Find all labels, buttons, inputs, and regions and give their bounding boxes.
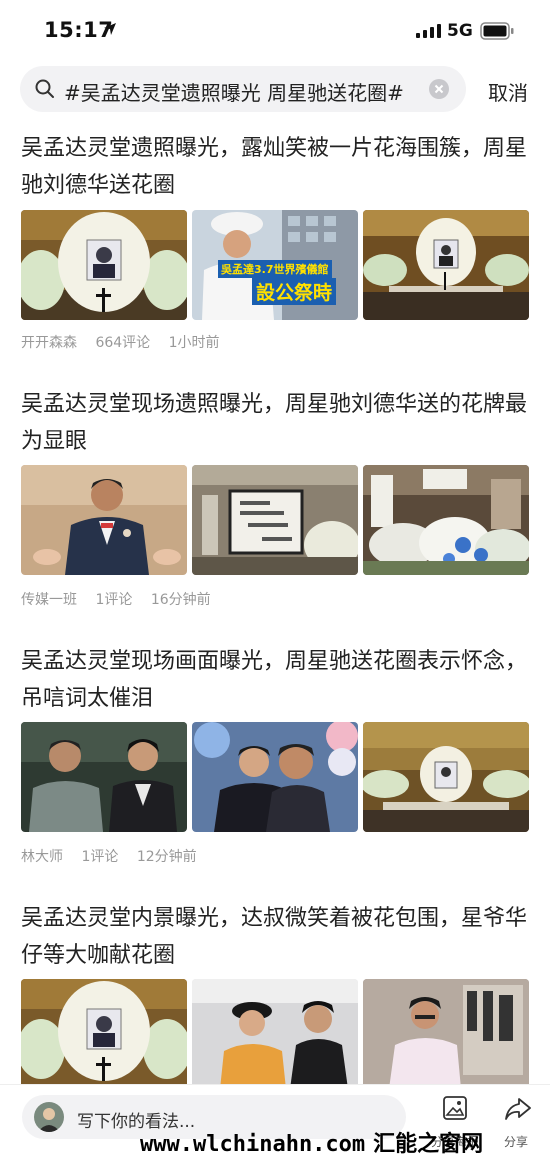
article-title[interactable]: 吴孟达灵堂现场画面曝光，周星驰送花圈表示怀念，吊唁词太催泪 — [21, 643, 531, 717]
image-caption: 設公祭時 — [252, 278, 337, 305]
article-image[interactable] — [21, 210, 187, 320]
article-time: 16分钟前 — [150, 592, 211, 608]
status-bar: 15:17 5G — [0, 0, 550, 58]
article-meta: 林大师 1评论 12分钟前 — [21, 846, 211, 866]
article-comments: 1评论 — [95, 592, 133, 608]
article-image[interactable] — [363, 210, 529, 320]
article-comments: 1评论 — [81, 849, 119, 865]
article-image[interactable] — [363, 722, 529, 832]
share-button[interactable]: 分享 — [494, 1093, 542, 1149]
article-title[interactable]: 吴孟达灵堂内景曝光，达叔微笑着被花包围，星爷华仔等大咖献花圈 — [21, 900, 531, 974]
cancel-button[interactable]: 取消 — [488, 77, 528, 106]
article-image[interactable] — [192, 465, 358, 575]
article-time: 1小时前 — [168, 335, 220, 351]
watermark: www.wlchinahn.com 汇能之窗网 — [140, 1126, 483, 1158]
clear-icon[interactable] — [429, 79, 449, 99]
article-image[interactable] — [192, 979, 358, 1089]
watermark-url: www.wlchinahn.com — [140, 1132, 366, 1157]
article-image[interactable] — [21, 979, 187, 1089]
article-image[interactable] — [192, 722, 358, 832]
article-meta: 开开森森 664评论 1小时前 — [21, 332, 234, 352]
watermark-name: 汇能之窗网 — [373, 1132, 484, 1157]
article-item[interactable]: 吴孟达灵堂现场画面曝光，周星驰送花圈表示怀念，吊唁词太催泪 林大师 1评论 12… — [0, 643, 550, 869]
article-source: 传媒一班 — [21, 592, 77, 608]
article-meta: 传媒一班 1评论 16分钟前 — [21, 589, 225, 609]
poster-icon — [443, 1096, 467, 1120]
share-icon — [505, 1098, 531, 1120]
article-title[interactable]: 吴孟达灵堂现场遗照曝光，周星驰刘德华送的花牌最为显眼 — [21, 386, 531, 460]
article-time: 12分钟前 — [136, 849, 197, 865]
article-image[interactable] — [363, 979, 529, 1089]
article-image[interactable] — [21, 722, 187, 832]
article-image[interactable] — [21, 465, 187, 575]
battery-icon — [480, 22, 514, 40]
article-item[interactable]: 吴孟达灵堂现场遗照曝光，周星驰刘德华送的花牌最为显眼 传媒一班 1评论 16分钟… — [0, 386, 550, 612]
search-icon — [35, 79, 54, 98]
article-source: 开开森森 — [21, 335, 77, 351]
share-label: 分享 — [504, 1135, 529, 1149]
image-caption: 吳孟達3.7世界殯儀館 — [218, 260, 332, 278]
article-comments: 664评论 — [95, 335, 151, 351]
article-item[interactable]: 吴孟达灵堂内景曝光，达叔微笑着被花包围，星爷华仔等大咖献花圈 — [0, 900, 550, 1089]
avatar — [34, 1102, 64, 1132]
article-source: 林大师 — [21, 849, 63, 865]
article-title[interactable]: 吴孟达灵堂遗照曝光，露灿笑被一片花海围簇，周星驰刘德华送花圈 — [21, 130, 531, 204]
search-input[interactable]: #吴孟达灵堂遗照曝光 周星驰送花圈# — [20, 66, 466, 112]
location-arrow-icon — [104, 23, 116, 35]
search-query: #吴孟达灵堂遗照曝光 周星驰送花圈# — [64, 81, 404, 105]
signal-icon — [416, 24, 441, 38]
article-image[interactable] — [363, 465, 529, 575]
article-image[interactable]: 吳孟達3.7世界殯儀館 設公祭時 — [192, 210, 358, 320]
network-type: 5G — [447, 21, 473, 41]
article-item[interactable]: 吴孟达灵堂遗照曝光，露灿笑被一片花海围簇，周星驰刘德华送花圈 吳孟達3.7世界殯… — [0, 130, 550, 356]
